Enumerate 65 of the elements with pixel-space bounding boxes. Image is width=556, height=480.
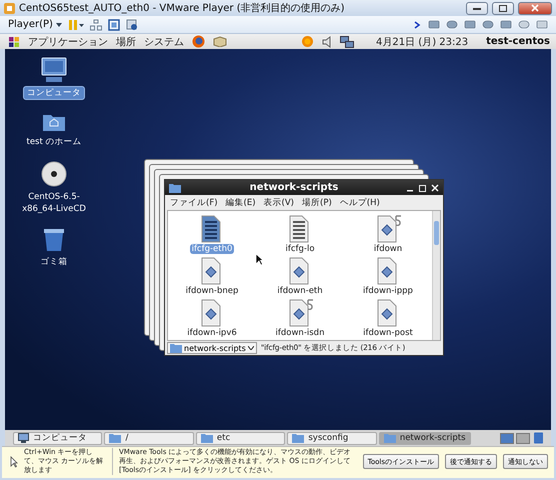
caret-icon — [56, 22, 62, 26]
computer-icon — [40, 57, 68, 83]
menu-item[interactable]: ファイル(F) — [170, 196, 218, 208]
location-dropdown[interactable]: network-scripts — [167, 342, 257, 354]
mouse-pointer-icon — [255, 253, 264, 266]
menu-item[interactable]: ヘルプ(H) — [340, 196, 380, 208]
workspace-button[interactable] — [516, 432, 530, 444]
desktop-icon-label[interactable]: test のホーム — [22, 135, 86, 149]
window-title: CentOS65test_AUTO_eth0 - VMware Player (非営利目的の使用のみ) — [19, 2, 346, 15]
file-name[interactable]: ifcfg-lo — [283, 244, 317, 254]
network-status-icon[interactable] — [340, 36, 354, 48]
close-icon[interactable] — [431, 184, 439, 192]
desktop-icon-label[interactable]: コンピュータ — [23, 86, 85, 100]
clock[interactable]: 4月21日 (月) 23:23 — [376, 34, 468, 48]
file-name[interactable]: ifdown-eth — [275, 286, 325, 296]
file-name[interactable]: ifdown-ipv6 — [185, 328, 239, 338]
file-name[interactable]: ifdown — [372, 244, 404, 254]
desktop-icon-label[interactable]: CentOS-6.5-x86_64-LiveCD — [9, 190, 99, 216]
workspace-button[interactable] — [500, 432, 514, 444]
minimize-icon — [473, 6, 481, 10]
player-menu[interactable]: Player(P) — [8, 19, 62, 30]
taskbar-button[interactable]: network-scripts — [378, 432, 471, 444]
folder-icon — [200, 433, 213, 443]
folder-icon — [170, 343, 182, 353]
folder-icon — [109, 433, 122, 443]
close-icon — [531, 4, 539, 12]
menu-item[interactable]: 場所(P) — [302, 196, 332, 208]
caret-icon — [248, 346, 254, 350]
maximize-icon — [499, 4, 507, 12]
desktop-icon-label[interactable]: ゴミ箱 — [36, 255, 72, 269]
home-folder-icon — [42, 112, 66, 132]
taskbar-button[interactable]: コンピュータ — [13, 432, 102, 444]
app-icon — [4, 2, 15, 14]
chevron-icon — [414, 20, 422, 28]
scrollbar[interactable] — [432, 211, 440, 340]
window-title: network-scripts — [248, 182, 340, 193]
folder-icon — [292, 433, 304, 443]
file-name[interactable]: ifdown-post — [361, 328, 415, 338]
mouse-pointer-icon — [10, 456, 18, 468]
taskbar-button[interactable]: sysconfig — [287, 432, 377, 444]
maximize-icon[interactable] — [419, 184, 427, 192]
computer-icon — [18, 433, 29, 443]
network-icon[interactable] — [90, 18, 102, 30]
folder-icon — [384, 433, 396, 443]
disc-icon — [41, 161, 67, 187]
speaker-icon[interactable] — [322, 36, 332, 48]
pause-icon[interactable] — [68, 18, 84, 30]
folder-icon — [169, 182, 181, 192]
file-name[interactable]: ifdown-ippp — [361, 286, 415, 296]
maximize-button[interactable] — [492, 2, 514, 14]
panel-menu[interactable]: 場所 — [116, 34, 136, 48]
fullscreen-icon[interactable] — [108, 18, 120, 30]
panel-menu[interactable]: システム — [144, 34, 184, 48]
menu-item[interactable]: 表示(V) — [264, 196, 294, 208]
panel-menu[interactable]: アプリケーション — [28, 34, 108, 48]
browser-icon[interactable] — [192, 35, 205, 48]
close-button[interactable] — [518, 2, 552, 14]
centos-logo-icon — [8, 36, 20, 48]
file-name[interactable]: ifdown-isdn — [274, 328, 326, 338]
minimize-button[interactable] — [466, 2, 488, 14]
taskbar-button[interactable]: etc — [196, 432, 286, 444]
taskbar-button[interactable]: / — [104, 432, 194, 444]
file-name[interactable]: ifdown-bnep — [184, 286, 240, 296]
hostname: test-centos — [486, 36, 550, 47]
menu-item[interactable]: 編集(E) — [226, 196, 256, 208]
